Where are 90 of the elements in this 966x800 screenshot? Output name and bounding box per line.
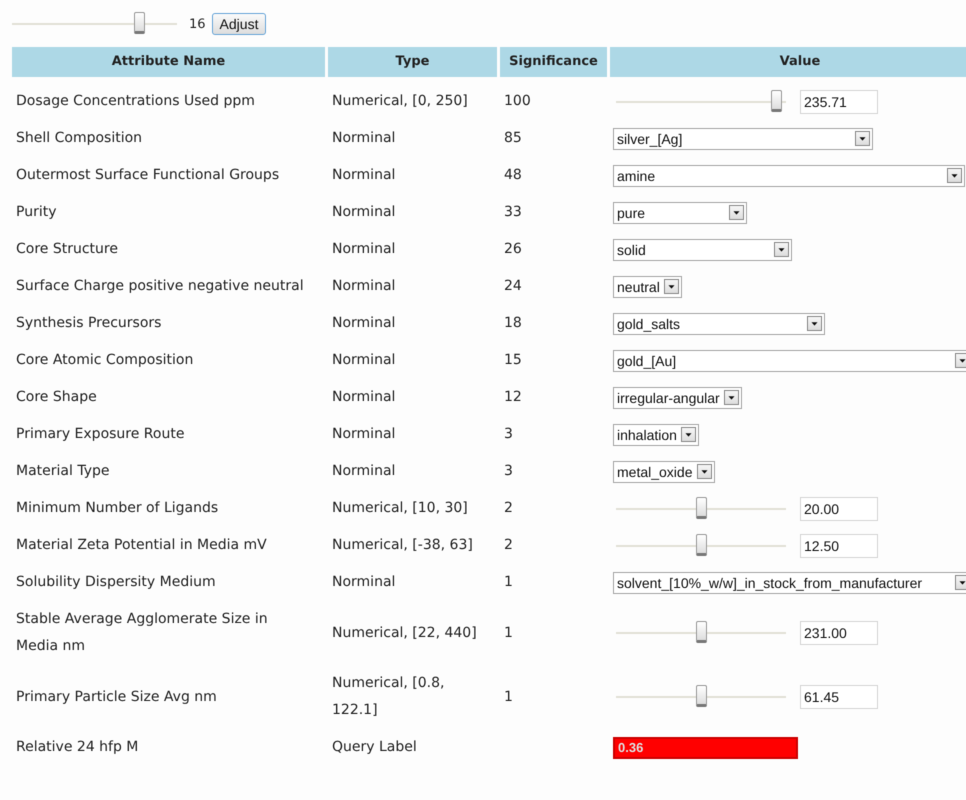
adjust-button[interactable]: Adjust [212, 13, 266, 35]
attribute-name: Surface Charge positive negative neutral [16, 277, 304, 296]
dropdown[interactable]: solvent_[10%_w/w]_in_stock_from_manufacturer [613, 572, 966, 594]
attribute-type: Norminal [332, 129, 396, 148]
significance-value: 18 [504, 314, 522, 333]
attribute-name: Dosage Concentrations Used ppm [16, 92, 255, 111]
attribute-name: Primary Exposure Route [16, 425, 184, 444]
dropdown[interactable]: pure [613, 202, 747, 224]
significance-value: 15 [504, 351, 522, 370]
attribute-name: Stable Average Agglomerate Size in Media nm [16, 610, 269, 656]
dropdown[interactable]: irregular-angular [613, 386, 742, 408]
slider-thumb[interactable] [696, 621, 707, 643]
significance-value: 1 [504, 688, 513, 706]
attribute-type: Numerical, [22, 440] [332, 624, 477, 642]
attribute-type: Numerical, [0.8, 122.1] [332, 674, 446, 720]
caret-icon [680, 427, 696, 442]
significance-value: 24 [504, 277, 522, 296]
attribute-type: Norminal [332, 277, 396, 296]
attribute-name: Solubility Dispersity Medium [16, 573, 216, 592]
significance-value: 33 [504, 203, 522, 222]
dropdown[interactable]: gold_[Au] [613, 350, 966, 372]
attribute-type: Norminal [332, 573, 396, 592]
attribute-name: Core Shape [16, 388, 97, 407]
dropdown[interactable]: metal_oxide [613, 460, 714, 482]
significance-value: 85 [504, 129, 522, 148]
dropdown[interactable]: inhalation [613, 424, 699, 446]
attribute-type: Numerical, [10, 30] [332, 499, 468, 518]
attribute-type: Numerical, [-38, 63] [332, 536, 473, 555]
attribute-type: Norminal [332, 166, 396, 185]
slider-thumb[interactable] [696, 534, 707, 556]
attribute-type: Norminal [332, 314, 396, 333]
attribute-name: Purity [16, 203, 56, 222]
significance-value: 26 [504, 240, 522, 259]
attribute-name: Core Structure [16, 240, 118, 259]
value-field[interactable]: 231.00 [800, 621, 878, 645]
slider-thumb[interactable] [134, 12, 146, 34]
value-field[interactable]: 12.50 [800, 534, 878, 558]
significance-value: 2 [504, 499, 513, 518]
column-header: Type [328, 47, 497, 77]
attribute-name: Synthesis Precursors [16, 314, 162, 333]
caret-icon [664, 279, 679, 294]
slider-thumb[interactable] [696, 496, 707, 518]
caret-icon [807, 316, 822, 331]
attribute-name: Minimum Number of Ligands [16, 499, 218, 518]
value-field[interactable]: 235.71 [800, 90, 878, 114]
attribute-name: Material Zeta Potential in Media mV [16, 536, 267, 555]
caret-icon [955, 353, 966, 368]
column-header: Value [610, 47, 966, 77]
significance-value: 48 [504, 166, 522, 185]
dropdown[interactable]: neutral [613, 276, 682, 298]
dropdown[interactable]: gold_salts [613, 312, 825, 334]
attribute-type: Norminal [332, 388, 396, 407]
caret-icon [724, 390, 739, 405]
value-field[interactable]: 61.45 [800, 685, 878, 709]
significance-value: 2 [504, 536, 513, 555]
slider-reading: 16 [189, 16, 206, 32]
attribute-type: Norminal [332, 351, 396, 370]
query-label-value: 0.36 [613, 736, 798, 758]
significance-value: 100 [504, 92, 531, 111]
significance-value: 12 [504, 388, 522, 407]
attribute-name: Primary Particle Size Avg nm [16, 688, 217, 706]
attribute-type: Norminal [332, 462, 396, 481]
dropdown[interactable]: silver_[Ag] [613, 128, 873, 150]
attribute-type: Query Label [332, 738, 417, 757]
caret-icon [947, 168, 962, 183]
significance-value: 1 [504, 624, 513, 642]
attribute-type: Norminal [332, 425, 396, 444]
significance-value: 1 [504, 573, 513, 592]
column-header: Attribute Name [12, 47, 325, 77]
caret-icon [774, 242, 789, 257]
slider-thumb[interactable] [770, 90, 782, 112]
caret-icon [855, 131, 870, 146]
column-header: Significance [500, 47, 607, 77]
attribute-type: Norminal [332, 203, 396, 222]
attribute-name: Material Type [16, 462, 110, 481]
caret-icon [729, 205, 744, 220]
attribute-name: Outermost Surface Functional Groups [16, 166, 280, 185]
dropdown[interactable]: amine [613, 164, 965, 186]
caret-icon [955, 575, 966, 590]
value-field[interactable]: 20.00 [800, 496, 878, 520]
attribute-type: Norminal [332, 240, 396, 259]
slider-thumb[interactable] [696, 685, 707, 707]
caret-icon [696, 464, 712, 479]
attribute-name: Shell Composition [16, 129, 142, 148]
significance-value: 3 [504, 425, 513, 444]
attribute-name: Core Atomic Composition [16, 351, 194, 370]
attribute-type: Numerical, [0, 250] [332, 92, 468, 111]
attribute-name: Relative 24 hfp M [16, 738, 138, 757]
dropdown[interactable]: solid [613, 238, 792, 260]
significance-value: 3 [504, 462, 513, 481]
